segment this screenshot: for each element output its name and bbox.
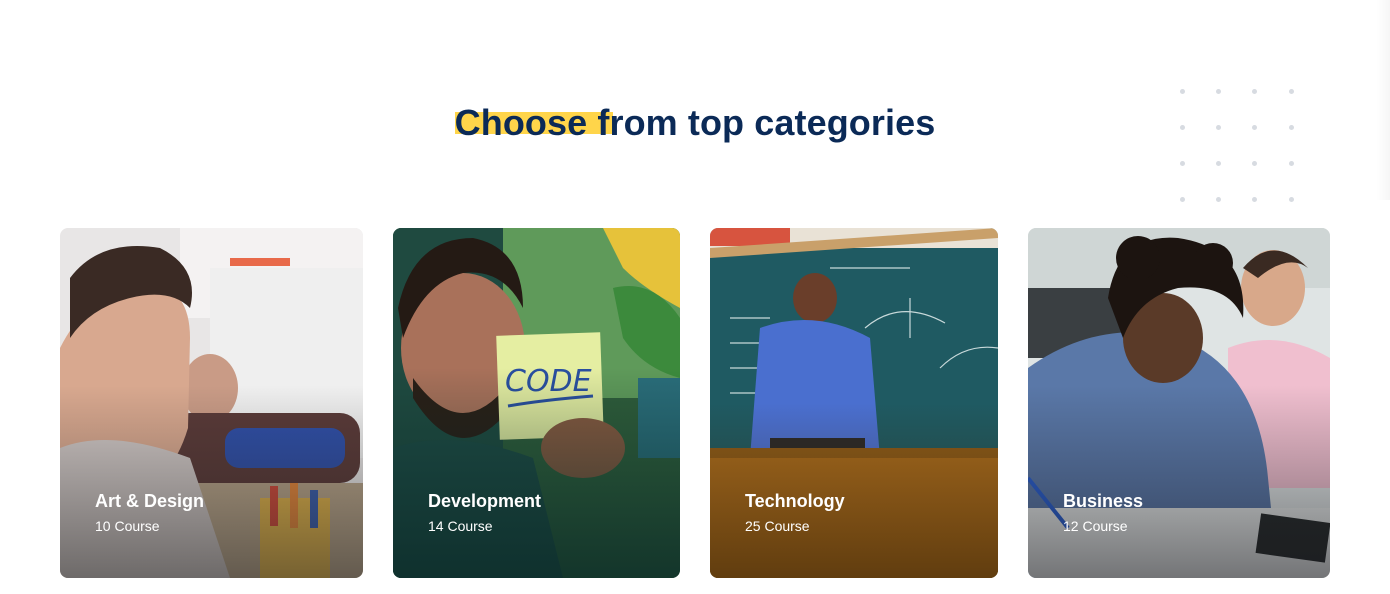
card-course-count: 14 Course <box>428 518 493 534</box>
card-course-count: 10 Course <box>95 518 160 534</box>
dot <box>1252 197 1257 202</box>
dot <box>1180 89 1185 94</box>
dot <box>1289 161 1294 166</box>
card-title[interactable]: Development <box>428 490 541 512</box>
card-title[interactable]: Business <box>1063 490 1143 512</box>
dot <box>1289 197 1294 202</box>
dot-pattern <box>1180 89 1300 209</box>
categories-section: Choose from top categories Art & Design … <box>0 0 1390 594</box>
dot <box>1180 197 1185 202</box>
dot <box>1216 89 1221 94</box>
dot <box>1289 125 1294 130</box>
card-label: Art & Design 10 Course <box>95 490 204 535</box>
card-course-count: 12 Course <box>1063 518 1128 534</box>
card-label: Business 12 Course <box>1063 490 1143 535</box>
dot <box>1252 161 1257 166</box>
dot <box>1289 89 1294 94</box>
section-title-text: Choose from top categories <box>454 102 936 143</box>
dot <box>1216 161 1221 166</box>
card-label: Technology 25 Course <box>745 490 845 535</box>
section-title: Choose from top categories <box>454 100 936 146</box>
dot <box>1252 89 1257 94</box>
dot <box>1216 197 1221 202</box>
category-card-business[interactable]: Business 12 Course <box>1028 228 1330 578</box>
category-card-technology[interactable]: Technology 25 Course <box>710 228 998 578</box>
category-card-development[interactable]: CODE Development 14 Course <box>393 228 680 578</box>
category-card-art-design[interactable]: Art & Design 10 Course <box>60 228 363 578</box>
card-course-count: 25 Course <box>745 518 810 534</box>
dot <box>1180 161 1185 166</box>
dot <box>1180 125 1185 130</box>
card-title[interactable]: Technology <box>745 490 845 512</box>
card-title[interactable]: Art & Design <box>95 490 204 512</box>
dot <box>1216 125 1221 130</box>
card-label: Development 14 Course <box>428 490 541 535</box>
dot <box>1252 125 1257 130</box>
